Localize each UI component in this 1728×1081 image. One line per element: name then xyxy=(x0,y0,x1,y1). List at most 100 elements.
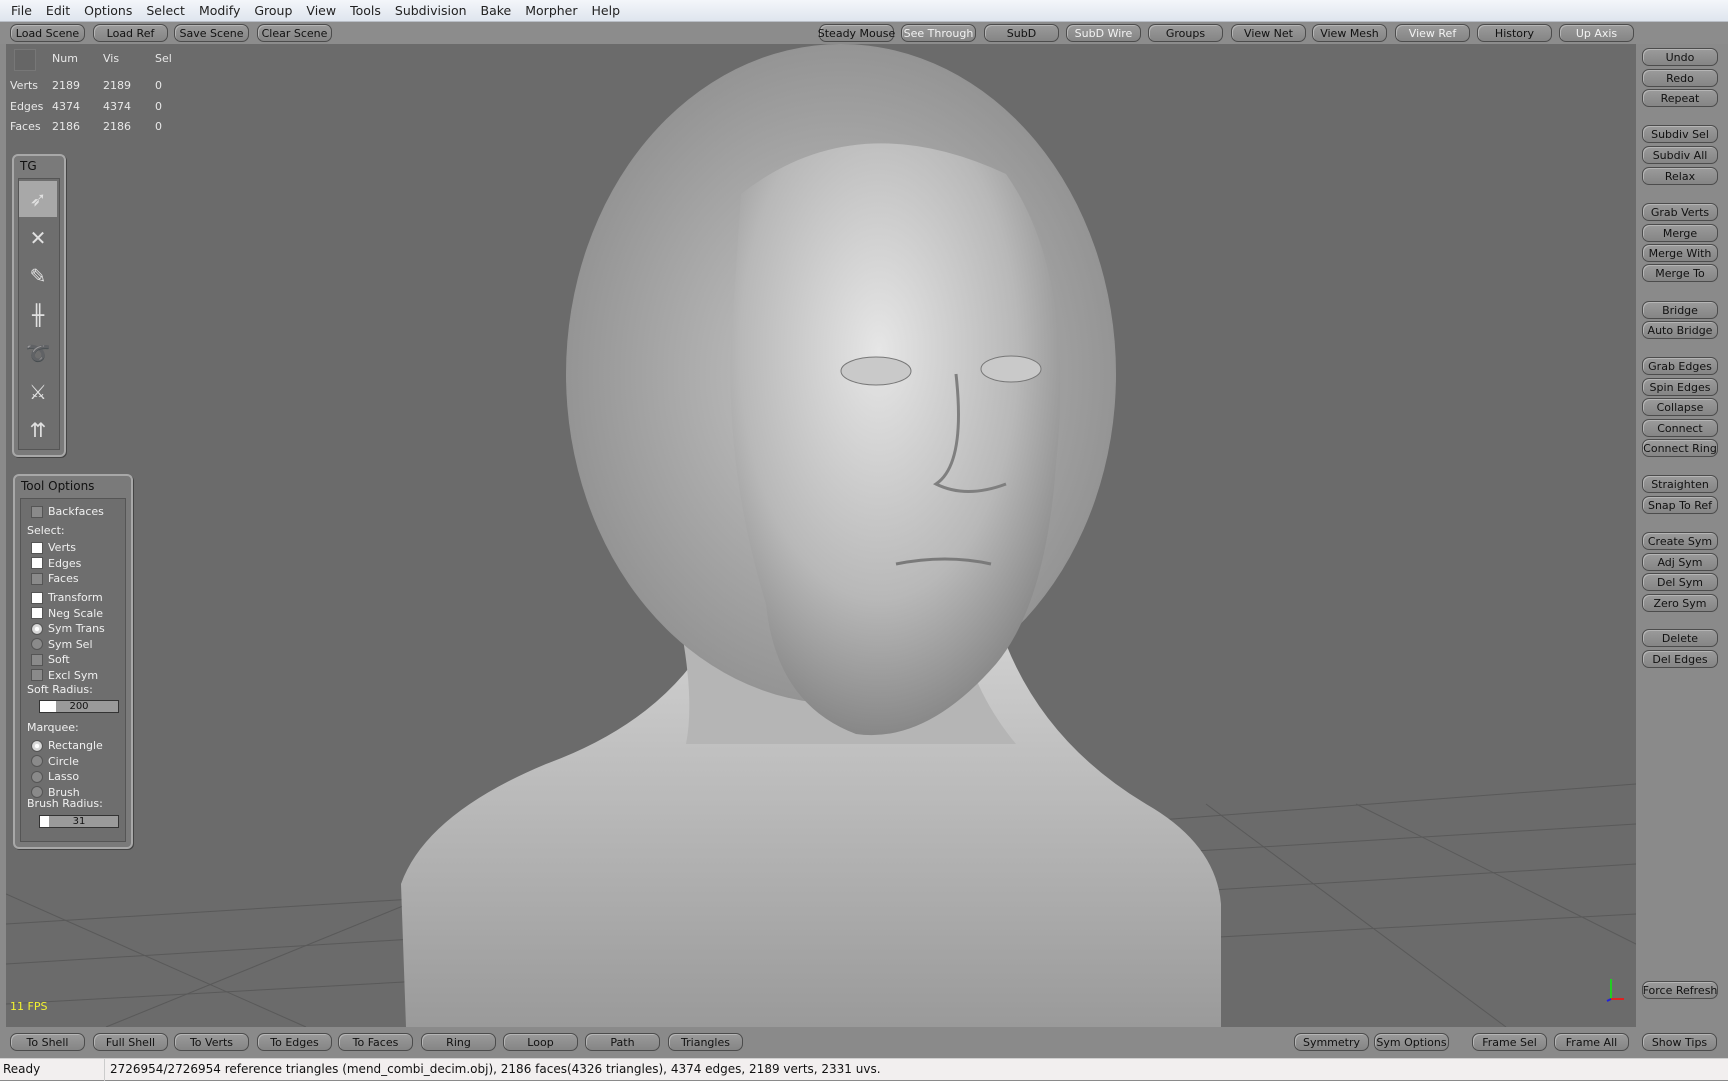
ring-button[interactable]: Ring xyxy=(421,1033,496,1051)
transform-cross-icon[interactable]: ✕ xyxy=(19,220,57,256)
to-verts-button[interactable]: To Verts xyxy=(174,1033,249,1051)
menu-file[interactable]: File xyxy=(4,3,39,18)
neg-scale-checkbox[interactable]: Neg Scale xyxy=(31,607,103,620)
menu-options[interactable]: Options xyxy=(77,3,139,18)
repeat-button[interactable]: Repeat xyxy=(1642,89,1718,107)
select-verts-checkbox[interactable]: Verts xyxy=(31,541,76,554)
menu-help[interactable]: Help xyxy=(585,3,628,18)
history-toggle[interactable]: History xyxy=(1477,24,1552,42)
sym-trans-radio-radio[interactable] xyxy=(31,622,43,635)
frame-all-button[interactable]: Frame All xyxy=(1554,1033,1629,1051)
menu-subdivision[interactable]: Subdivision xyxy=(388,3,474,18)
relax-button[interactable]: Relax xyxy=(1642,167,1718,185)
soft-radius-slider[interactable]: 200 xyxy=(39,700,119,713)
spiral-relax-icon[interactable]: ➰ xyxy=(19,335,57,371)
marquee-rectangle-radio[interactable]: Rectangle xyxy=(31,739,103,752)
transform-checkbox-checkbox[interactable] xyxy=(31,591,43,604)
soft-checkbox[interactable]: Soft xyxy=(31,653,70,666)
subd-toggle[interactable]: SubD xyxy=(984,24,1059,42)
marquee-lasso-radio[interactable]: Lasso xyxy=(31,770,79,783)
to-edges-button[interactable]: To Edges xyxy=(257,1033,332,1051)
clear-scene-button[interactable]: Clear Scene xyxy=(257,24,332,42)
create-sym-button[interactable]: Create Sym xyxy=(1642,532,1718,550)
view-mesh-toggle[interactable]: View Mesh xyxy=(1312,24,1387,42)
connect-ring-button[interactable]: Connect Ring xyxy=(1642,439,1718,457)
show-tips-button[interactable]: Show Tips xyxy=(1642,1033,1717,1051)
marquee-circle-radio[interactable]: Circle xyxy=(31,755,79,768)
sym-options-button[interactable]: Sym Options xyxy=(1374,1033,1449,1051)
marquee-circle-radio-radio[interactable] xyxy=(31,755,43,767)
load-ref-button[interactable]: Load Ref xyxy=(93,24,168,42)
select-arrow-icon[interactable]: ➶ xyxy=(19,181,57,217)
merge-to-button[interactable]: Merge To xyxy=(1642,264,1718,282)
select-edges-checkbox-checkbox[interactable] xyxy=(31,557,43,569)
menu-morpher[interactable]: Morpher xyxy=(518,3,584,18)
merge-button[interactable]: Merge xyxy=(1642,224,1718,242)
groups-toggle[interactable]: Groups xyxy=(1148,24,1223,42)
marquee-lasso-radio-radio[interactable] xyxy=(31,770,43,783)
delete-button[interactable]: Delete xyxy=(1642,629,1718,647)
del-sym-button[interactable]: Del Sym xyxy=(1642,573,1718,591)
menu-view[interactable]: View xyxy=(299,3,343,18)
grab-edges-button[interactable]: Grab Edges xyxy=(1642,357,1718,375)
zero-sym-button[interactable]: Zero Sym xyxy=(1642,594,1718,612)
neg-scale-checkbox-checkbox[interactable] xyxy=(31,607,43,619)
sym-sel-radio[interactable]: Sym Sel xyxy=(31,638,93,651)
transform-checkbox[interactable]: Transform xyxy=(31,591,103,604)
3d-viewport[interactable]: Num Vis Sel Verts 2189 2189 0 Edges 4374 4374 0… xyxy=(6,44,1636,1027)
subd-wire-toggle[interactable]: SubD Wire xyxy=(1066,24,1141,42)
sym-sel-radio-radio[interactable] xyxy=(31,638,43,650)
view-ref-toggle[interactable]: View Ref xyxy=(1395,24,1470,42)
subdiv-all-button[interactable]: Subdiv All xyxy=(1642,146,1718,164)
extrude-edges-icon[interactable]: ⇈ xyxy=(19,412,57,448)
select-faces-checkbox[interactable]: Faces xyxy=(31,572,79,585)
bridge-button[interactable]: Bridge xyxy=(1642,301,1718,319)
to-faces-button[interactable]: To Faces xyxy=(338,1033,413,1051)
menu-modify[interactable]: Modify xyxy=(192,3,247,18)
select-edges-checkbox[interactable]: Edges xyxy=(31,557,81,570)
adj-sym-button[interactable]: Adj Sym xyxy=(1642,553,1718,571)
menu-select[interactable]: Select xyxy=(139,3,192,18)
excl-sym-checkbox-checkbox[interactable] xyxy=(31,669,43,681)
undo-button[interactable]: Undo xyxy=(1642,48,1718,66)
menu-tools[interactable]: Tools xyxy=(343,3,388,18)
view-net-toggle[interactable]: View Net xyxy=(1231,24,1306,42)
auto-bridge-button[interactable]: Auto Bridge xyxy=(1642,321,1718,339)
snap-to-ref-button[interactable]: Snap To Ref xyxy=(1642,496,1718,514)
straighten-button[interactable]: Straighten xyxy=(1642,475,1718,493)
backfaces-checkbox-checkbox[interactable] xyxy=(31,505,43,518)
sym-trans-radio[interactable]: Sym Trans xyxy=(31,622,105,635)
to-shell-button[interactable]: To Shell xyxy=(10,1033,85,1051)
select-verts-checkbox-checkbox[interactable] xyxy=(31,541,43,554)
knife-icon[interactable]: ⚔ xyxy=(19,374,57,410)
menu-group[interactable]: Group xyxy=(247,3,299,18)
up-axis-toggle[interactable]: Up Axis xyxy=(1559,24,1634,42)
backfaces-checkbox[interactable]: Backfaces xyxy=(31,505,104,518)
frame-sel-button[interactable]: Frame Sel xyxy=(1472,1033,1547,1051)
subdiv-sel-button[interactable]: Subdiv Sel xyxy=(1642,125,1718,143)
select-faces-checkbox-checkbox[interactable] xyxy=(31,572,43,585)
menu-bake[interactable]: Bake xyxy=(474,3,519,18)
grab-verts-button[interactable]: Grab Verts xyxy=(1642,203,1718,221)
full-shell-button[interactable]: Full Shell xyxy=(93,1033,168,1051)
see-through-toggle[interactable]: See Through xyxy=(901,24,976,42)
brush-radius-slider[interactable]: 31 xyxy=(39,815,119,828)
collapse-button[interactable]: Collapse xyxy=(1642,398,1718,416)
symmetry-button[interactable]: Symmetry xyxy=(1294,1033,1369,1051)
marquee-rectangle-radio-radio[interactable] xyxy=(31,739,43,752)
bridge-icon[interactable]: ╫ xyxy=(19,297,57,333)
force-refresh-button[interactable]: Force Refresh xyxy=(1642,981,1718,999)
save-scene-button[interactable]: Save Scene xyxy=(174,24,249,42)
triangles-button[interactable]: Triangles xyxy=(668,1033,743,1051)
redo-button[interactable]: Redo xyxy=(1642,69,1718,87)
load-scene-button[interactable]: Load Scene xyxy=(10,24,85,42)
loop-button[interactable]: Loop xyxy=(503,1033,578,1051)
excl-sym-checkbox[interactable]: Excl Sym xyxy=(31,669,98,682)
connect-button[interactable]: Connect xyxy=(1642,419,1718,437)
path-button[interactable]: Path xyxy=(585,1033,660,1051)
merge-with-button[interactable]: Merge With xyxy=(1642,244,1718,262)
spin-edges-button[interactable]: Spin Edges xyxy=(1642,378,1718,396)
steady-mouse-toggle[interactable]: Steady Mouse xyxy=(818,24,895,42)
soft-checkbox-checkbox[interactable] xyxy=(31,653,43,666)
pencil-draw-icon[interactable]: ✎ xyxy=(19,258,57,294)
